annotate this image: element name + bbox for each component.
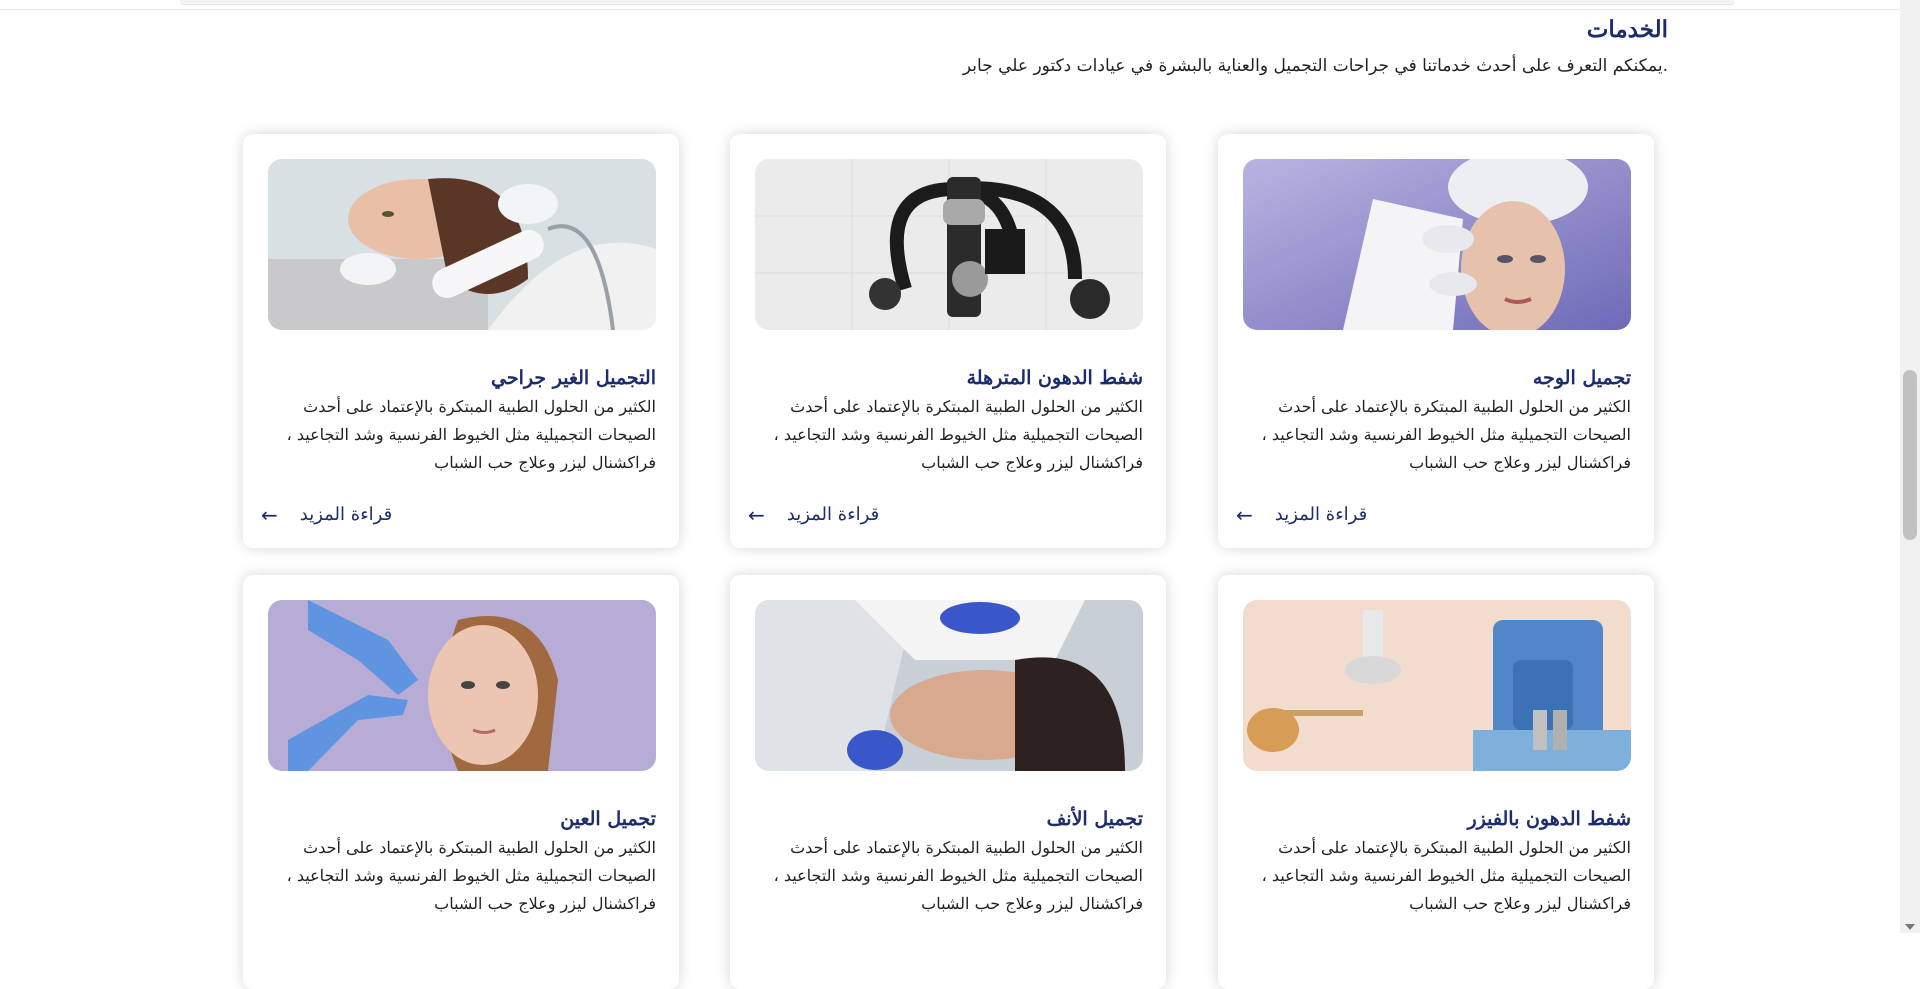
service-card-face[interactable]: تجميل الوجه الكثير من الحلول الطبية المب… [1218, 134, 1654, 548]
face-exam-photo [1243, 159, 1631, 330]
arrow-left-icon: ← [261, 502, 278, 527]
liposuction-device-photo [755, 159, 1143, 330]
service-card-liposuction[interactable]: شفط الدهون المترهلة الكثير من الحلول الط… [730, 134, 1166, 548]
card-title: تجميل الوجه [1532, 367, 1631, 389]
read-more-link[interactable]: ← قراءة المزيد [261, 504, 392, 525]
service-card-eye[interactable]: تجميل العين الكثير من الحلول الطبية المب… [243, 575, 679, 989]
card-text: الكثير من الحلول الطبية المبتكرة بالإعتم… [773, 838, 1143, 913]
card-text: الكثير من الحلول الطبية المبتكرة بالإعتم… [286, 397, 656, 472]
card-text: الكثير من الحلول الطبية المبتكرة بالإعتم… [1261, 838, 1631, 913]
skin-treatment-photo [268, 159, 656, 330]
arrow-left-icon: ← [748, 502, 765, 527]
scroll-down-arrow-icon[interactable] [1905, 924, 1915, 930]
clinic-equipment-photo [1243, 600, 1631, 771]
card-title: تجميل العين [560, 808, 656, 830]
section-title: الخدمات [1586, 16, 1668, 43]
read-more-label: قراءة المزيد [786, 504, 880, 525]
card-text: الكثير من الحلول الطبية المبتكرة بالإعتم… [773, 397, 1143, 472]
arrow-left-icon: ← [1236, 502, 1253, 527]
card-title: التجميل الغير جراحي [491, 367, 656, 389]
scrollbar-thumb[interactable] [1903, 370, 1917, 540]
service-card-vaser[interactable]: شفط الدهون بالفيزر الكثير من الحلول الطب… [1218, 575, 1654, 989]
nose-exam-photo [755, 600, 1143, 771]
read-more-link[interactable]: ← قراءة المزيد [1236, 504, 1367, 525]
vertical-scrollbar[interactable] [1900, 0, 1920, 933]
header-divider [0, 9, 1900, 10]
service-card-nose[interactable]: تجميل الأنف الكثير من الحلول الطبية المب… [730, 575, 1166, 989]
card-text: الكثير من الحلول الطبية المبتكرة بالإعتم… [1261, 397, 1631, 472]
read-more-link[interactable]: ← قراءة المزيد [748, 504, 879, 525]
card-title: تجميل الأنف [1046, 808, 1143, 830]
section-description: .يمكنكم التعرف على أحدث خدماتنا في جراحا… [962, 56, 1668, 76]
eye-exam-photo [268, 600, 656, 771]
card-text: الكثير من الحلول الطبية المبتكرة بالإعتم… [286, 838, 656, 913]
read-more-label: قراءة المزيد [1274, 504, 1368, 525]
card-title: شفط الدهون بالفيزر [1467, 808, 1632, 830]
card-title: شفط الدهون المترهلة [966, 367, 1143, 389]
top-bar [180, 0, 1735, 5]
service-card-non-surgical[interactable]: التجميل الغير جراحي الكثير من الحلول الط… [243, 134, 679, 548]
read-more-label: قراءة المزيد [299, 504, 393, 525]
